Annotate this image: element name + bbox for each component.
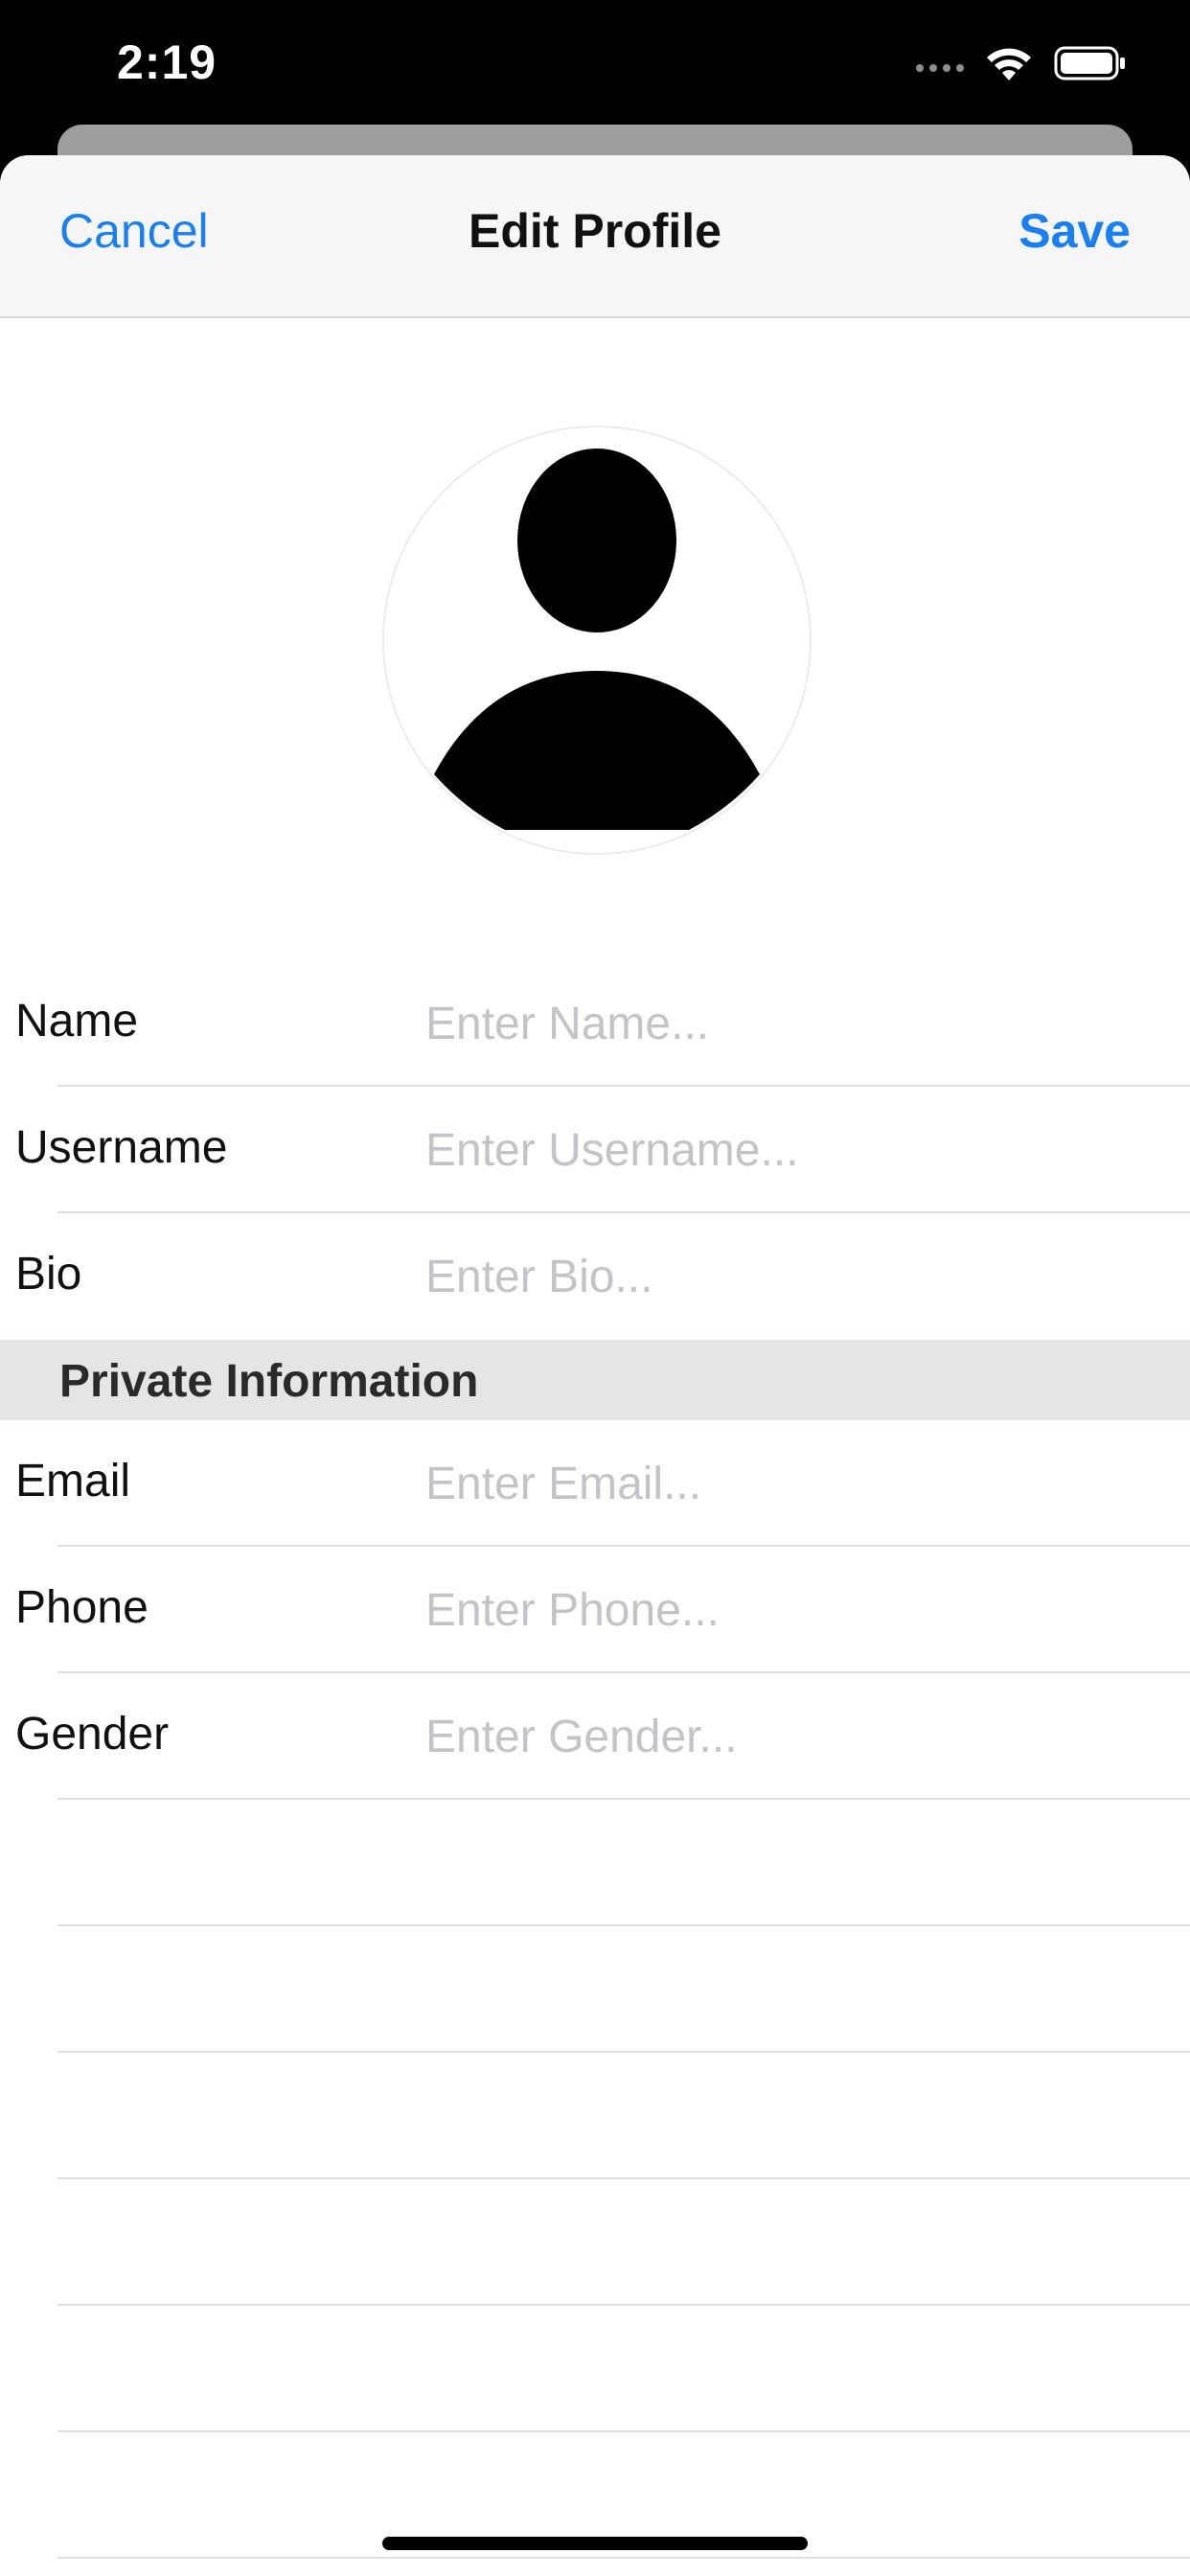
form-row-bio: Bio [0,1213,1190,1340]
avatar[interactable] [382,426,812,855]
phone-field[interactable] [425,1572,1154,1648]
empty-row-separator [57,1924,1190,1926]
section-header-private: Private Information [0,1340,1190,1420]
username-label: Username [15,1122,228,1173]
section-header-label: Private Information [59,1356,479,1407]
screen: 2:19 Cancel Edit Profile Save Name Enter… [0,0,1190,2576]
empty-row-separator [57,2177,1190,2179]
wifi-icon [987,48,1031,80]
name-field[interactable] [425,985,1154,1062]
form-row-gender: Gender [0,1673,1190,1800]
empty-row-separator [57,2430,1190,2432]
save-button[interactable]: Save [1018,203,1131,259]
home-indicator[interactable] [382,2537,808,2550]
name-label: Name [15,996,139,1046]
form-row-username: Username [0,1087,1190,1213]
form-row-name: Name [0,960,1190,1087]
edit-profile-sheet: Cancel Edit Profile Save Name Username B… [0,155,1190,2576]
email-field[interactable] [425,1445,1154,1522]
phone-label: Phone [15,1582,149,1633]
empty-row-separator [57,2557,1190,2559]
form-row-phone: Phone [0,1547,1190,1673]
bio-field[interactable] [425,1238,1154,1315]
status-icons [916,40,1127,86]
gender-field[interactable] [425,1698,1154,1775]
person-placeholder-icon [434,448,760,830]
row-separator [57,1798,1190,1800]
status-time: 2:19 [117,35,217,89]
empty-row-separator [57,2051,1190,2053]
cellular-signal-icon [916,64,964,72]
status-bar: 2:19 [0,0,1190,134]
email-label: Email [15,1456,131,1506]
bio-label: Bio [15,1249,82,1300]
battery-icon [1054,46,1125,80]
username-field[interactable] [425,1112,1154,1188]
empty-row-separator [57,2304,1190,2306]
navigation-bar: Cancel Edit Profile Save [0,155,1190,318]
gender-label: Gender [15,1709,170,1760]
page-title: Edit Profile [469,204,721,258]
form-row-email: Email [0,1420,1190,1547]
